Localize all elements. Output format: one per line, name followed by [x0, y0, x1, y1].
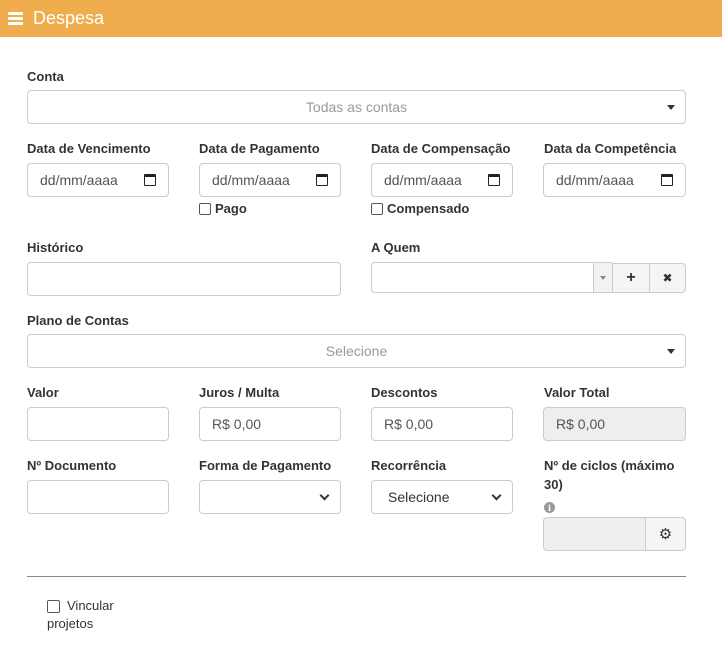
pagamento-date-input[interactable]: dd/mm/aaaa — [199, 163, 341, 197]
chevron-down-icon — [319, 490, 330, 500]
chevron-down-icon — [491, 490, 502, 500]
a-quem-select[interactable] — [371, 262, 612, 293]
historico-label: Histórico — [27, 240, 84, 255]
calendar-icon[interactable] — [661, 174, 673, 186]
valor-total-input: R$ 0,00 — [543, 407, 686, 441]
plano-contas-value: Selecione — [325, 343, 388, 359]
clear-recipient-button[interactable]: ✖ — [649, 263, 686, 293]
vencimento-date-input[interactable]: dd/mm/aaaa — [27, 163, 169, 197]
caret-down-icon — [600, 276, 606, 280]
documento-input[interactable] — [27, 480, 169, 514]
recorrencia-value: Selecione — [388, 489, 450, 505]
juros-label: Juros / Multa — [199, 385, 280, 400]
pagamento-date-value: dd/mm/aaaa — [212, 172, 290, 188]
gears-button[interactable]: ⚙ — [645, 517, 686, 551]
info-icon[interactable]: i — [544, 502, 555, 513]
compensacao-date-input[interactable]: dd/mm/aaaa — [371, 163, 513, 197]
compensado-checkbox-row[interactable]: Compensado — [371, 201, 469, 216]
competencia-date-value: dd/mm/aaaa — [556, 172, 634, 188]
forma-pagamento-select[interactable] — [199, 480, 341, 514]
a-quem-dropdown-toggle[interactable] — [593, 263, 612, 292]
conta-select[interactable]: Todas as contas — [27, 90, 686, 124]
a-quem-label: A Quem — [371, 240, 421, 255]
descontos-label: Descontos — [371, 385, 438, 400]
hamburger-icon[interactable] — [8, 12, 23, 25]
pago-checkbox[interactable] — [199, 202, 211, 215]
recorrencia-select[interactable]: Selecione — [371, 480, 513, 514]
valor-input[interactable] — [27, 407, 169, 441]
pago-checkbox-label: Pago — [215, 201, 247, 216]
ciclos-input — [543, 517, 646, 551]
calendar-icon[interactable] — [144, 174, 156, 186]
valor-label: Valor — [27, 385, 59, 400]
vincular-label-line1: Vincular — [67, 598, 114, 613]
vincular-label-line2: projetos — [47, 616, 94, 631]
recorrencia-label: Recorrência — [371, 458, 447, 473]
page-title: Despesa — [33, 8, 105, 28]
vencimento-label: Data de Vencimento — [27, 141, 151, 156]
compensado-checkbox-label: Compensado — [387, 201, 470, 216]
conta-label: Conta — [27, 69, 64, 84]
competencia-label: Data da Competência — [544, 141, 677, 156]
page-header: Despesa — [0, 0, 722, 37]
ciclos-label-line2: 30) — [544, 477, 563, 492]
section-divider — [27, 576, 686, 577]
caret-down-icon — [667, 105, 675, 110]
plano-contas-select[interactable]: Selecione — [27, 334, 686, 368]
caret-down-icon — [667, 349, 675, 354]
calendar-icon[interactable] — [488, 174, 500, 186]
conta-select-value: Todas as contas — [305, 99, 408, 115]
documento-label: Nº Documento — [27, 458, 117, 473]
competencia-date-input[interactable]: dd/mm/aaaa — [543, 163, 686, 197]
ciclos-label-line1: Nº de ciclos (máximo — [544, 458, 675, 473]
plano-contas-label: Plano de Contas — [27, 313, 129, 328]
pagamento-label: Data de Pagamento — [199, 141, 320, 156]
valor-total-label: Valor Total — [544, 385, 610, 400]
juros-input[interactable]: R$ 0,00 — [199, 407, 341, 441]
gears-icon: ⚙ — [658, 526, 673, 543]
vincular-projetos-checkbox[interactable] — [47, 600, 60, 613]
compensacao-label: Data de Compensação — [371, 141, 511, 156]
calendar-icon[interactable] — [316, 174, 328, 186]
forma-pagamento-label: Forma de Pagamento — [199, 458, 332, 473]
compensacao-date-value: dd/mm/aaaa — [384, 172, 462, 188]
historico-input[interactable] — [27, 262, 341, 296]
pago-checkbox-row[interactable]: Pago — [199, 201, 247, 216]
compensado-checkbox[interactable] — [371, 202, 383, 215]
vencimento-date-value: dd/mm/aaaa — [40, 172, 118, 188]
descontos-input[interactable]: R$ 0,00 — [371, 407, 513, 441]
add-recipient-button[interactable]: + — [612, 263, 650, 293]
